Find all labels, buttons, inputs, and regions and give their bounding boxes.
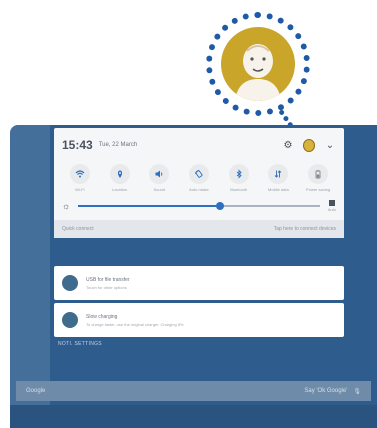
wifi-icon — [69, 164, 90, 184]
tile-location[interactable]: Location — [103, 164, 137, 192]
battery-icon — [308, 164, 329, 184]
notification-settings-link[interactable]: NOTI. SETTINGS — [58, 341, 102, 347]
tile-auto-rotate[interactable]: Auto rotate — [182, 164, 216, 192]
mobile-data-arrows-icon — [268, 164, 289, 184]
notification-panel: 15:43 Tue, 22 March ⚙ ⌄ Wi-Fi Location S… — [54, 128, 344, 238]
usb-icon — [62, 275, 78, 291]
charging-icon — [62, 312, 78, 328]
brightness-thumb[interactable] — [215, 202, 224, 210]
tile-label: Auto rotate — [189, 187, 209, 192]
search-hint: Say 'Ok Google' — [304, 388, 348, 394]
quick-connect-bar[interactable]: Quick connect Tap here to connect device… — [54, 220, 344, 238]
microphone-icon[interactable]: 🎙 — [353, 388, 361, 395]
date-label: Tue, 22 March — [98, 142, 138, 148]
brightness-fill — [78, 205, 216, 207]
profile-button[interactable] — [303, 138, 315, 152]
tile-power-saving[interactable]: Power saving — [301, 164, 335, 192]
profile-avatar-icon — [221, 27, 295, 101]
brightness-slider[interactable] — [78, 202, 320, 210]
tile-label: Sound — [153, 187, 166, 192]
google-search-bar[interactable]: Google Say 'Ok Google' 🎙 — [16, 381, 371, 401]
quick-connect-hint: Tap here to connect devices — [273, 226, 336, 232]
notification-title: Slow charging — [86, 313, 118, 320]
auto-label: Auto — [327, 207, 336, 212]
notification-title: USB for file transfer — [86, 276, 130, 283]
tile-sound[interactable]: Sound — [142, 164, 176, 192]
quick-connect-label: Quick connect — [62, 226, 94, 232]
tile-mobile-data[interactable]: Mobile data — [261, 164, 295, 192]
clock: 15:43 — [62, 138, 93, 152]
quick-settings-row: Wi-Fi Location Sound Auto rotate Bluetoo… — [54, 164, 344, 192]
brightness-icon: ☼ — [62, 201, 71, 211]
tile-label: Wi-Fi — [75, 187, 85, 192]
tile-label: Power saving — [306, 187, 331, 192]
bluetooth-icon — [228, 164, 249, 184]
notification-subtitle: Touch for other options — [86, 284, 127, 290]
home-screen-bottom — [10, 405, 377, 428]
brightness-row: ☼ Auto — [54, 192, 344, 220]
search-placeholder: Google — [26, 388, 46, 394]
tile-label: Bluetooth — [230, 187, 248, 192]
settings-gear-icon[interactable]: ⚙ — [282, 139, 294, 151]
profile-avatar-small-icon — [303, 138, 315, 152]
tile-label: Location — [111, 187, 128, 192]
auto-brightness-toggle[interactable]: Auto — [328, 200, 336, 212]
checkbox-icon — [328, 200, 335, 206]
notification-subtitle: To charge faster, use the original charg… — [86, 321, 184, 327]
chevron-down-icon[interactable]: ⌄ — [324, 139, 336, 151]
location-pin-icon — [109, 164, 130, 184]
rotate-icon — [188, 164, 209, 184]
notification-charging[interactable]: Slow charging To charge faster, use the … — [54, 303, 344, 337]
tile-label: Mobile data — [268, 187, 289, 192]
tile-bluetooth[interactable]: Bluetooth — [222, 164, 256, 192]
tile-wifi[interactable]: Wi-Fi — [63, 164, 97, 192]
status-row: 15:43 Tue, 22 March ⚙ ⌄ — [54, 128, 344, 162]
speaker-icon — [149, 164, 170, 184]
notification-usb[interactable]: USB for file transfer Touch for other op… — [54, 266, 344, 300]
